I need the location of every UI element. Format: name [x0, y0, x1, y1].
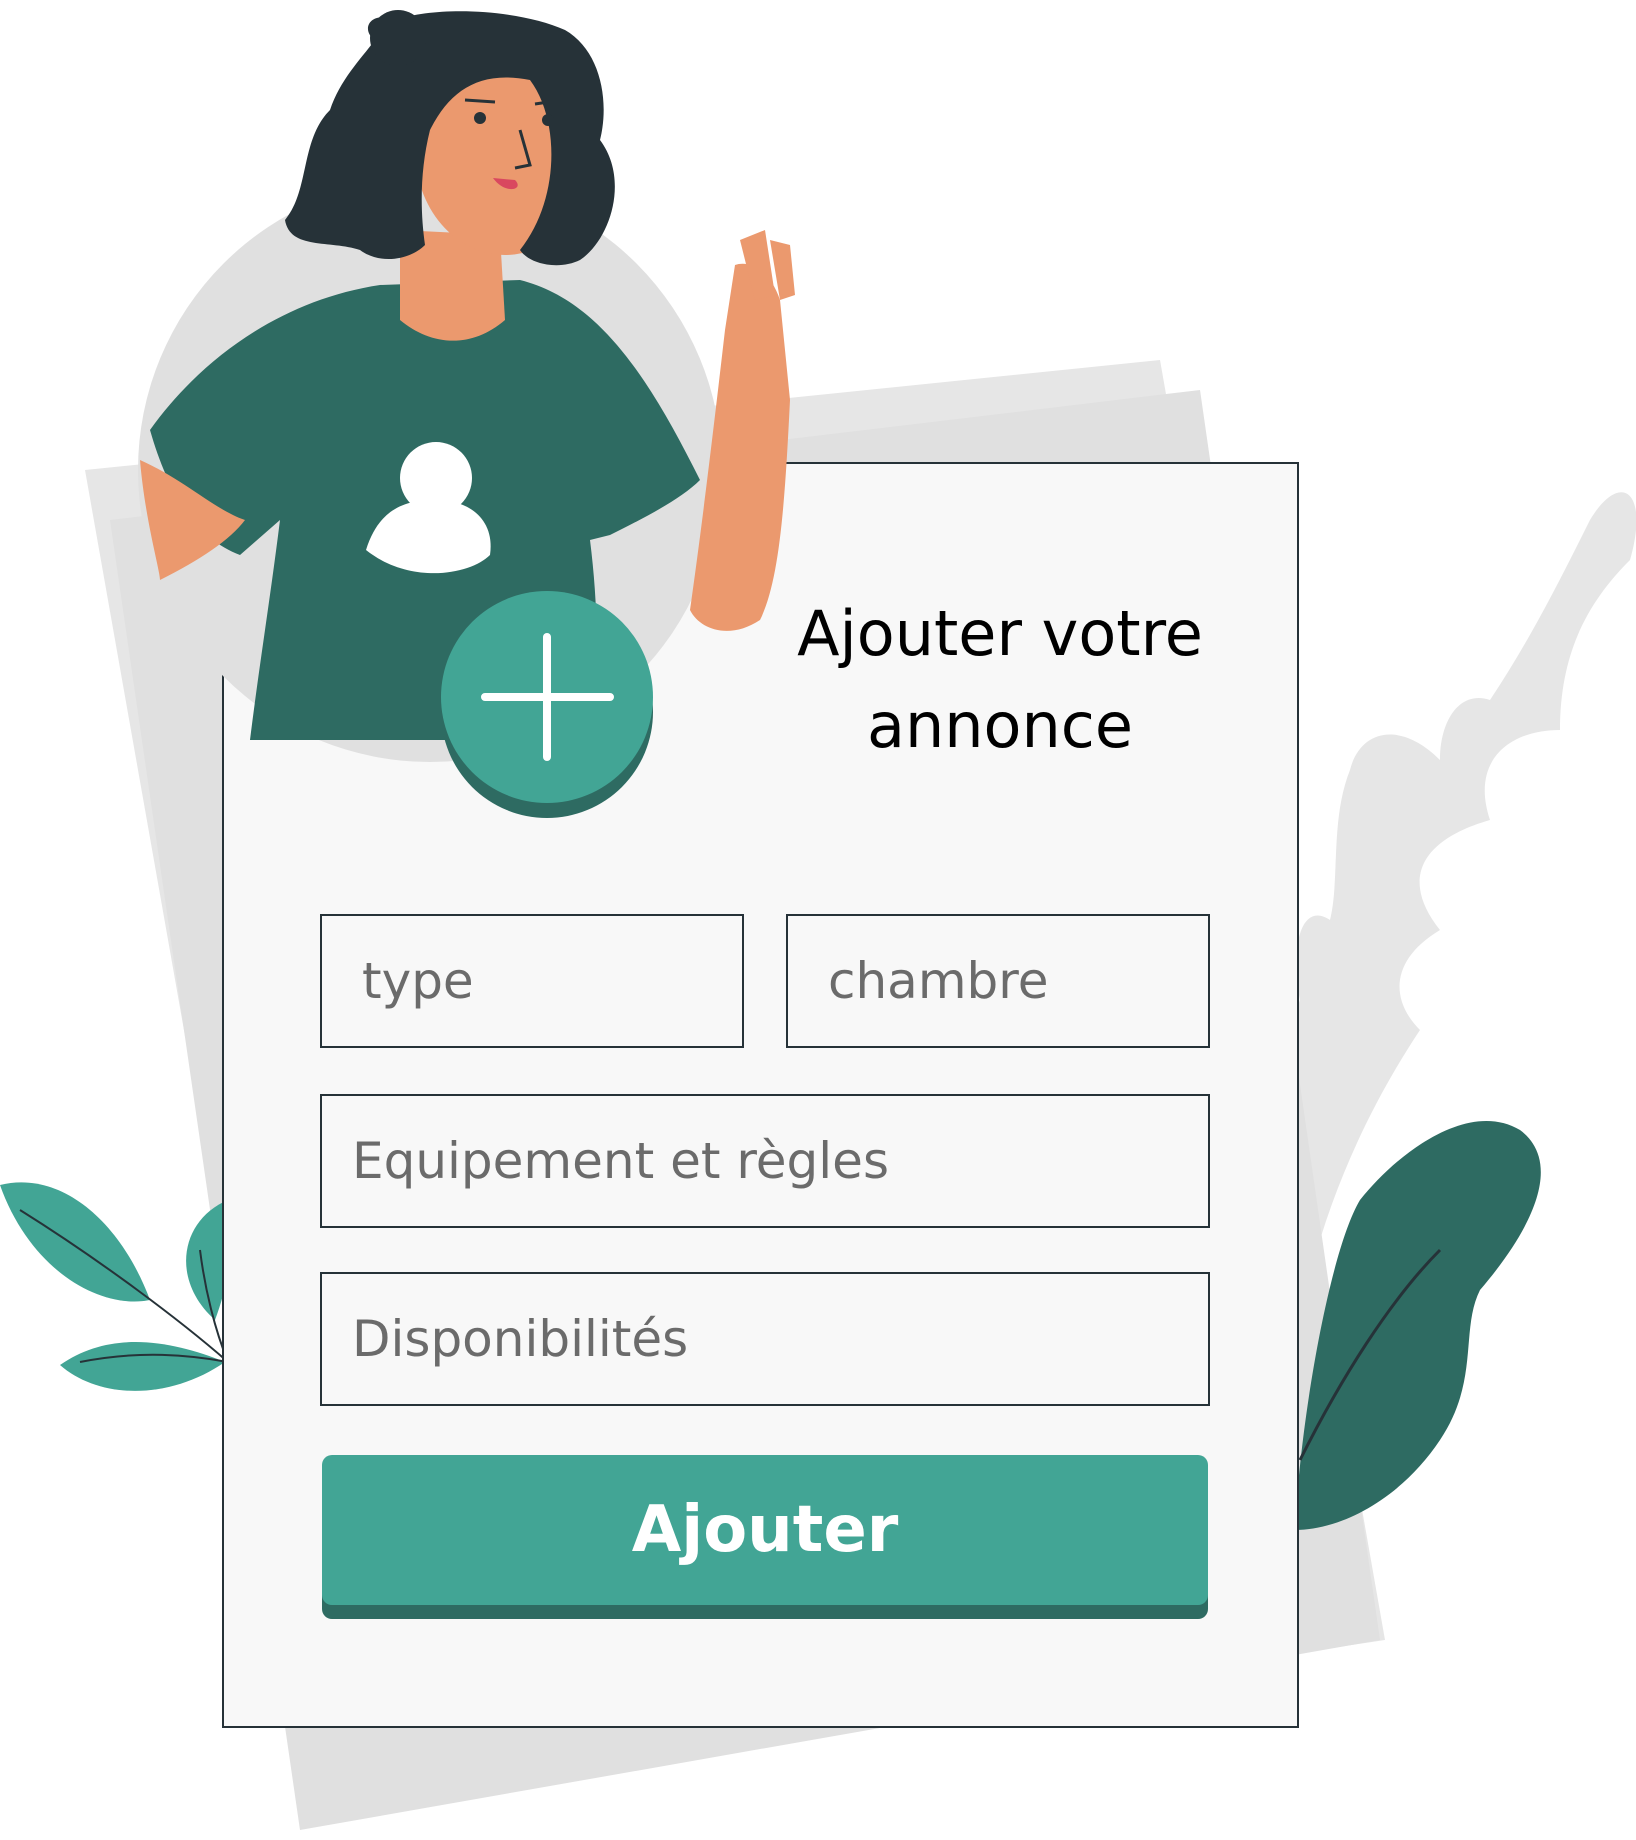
form-title-line2: annonce — [866, 689, 1134, 762]
ajouter-button[interactable]: Ajouter — [322, 1455, 1208, 1605]
form-title: Ajouter votre annonce — [760, 588, 1240, 772]
plus-icon — [441, 591, 653, 818]
equipement-input[interactable] — [320, 1094, 1210, 1228]
chambre-input[interactable] — [786, 914, 1210, 1048]
type-input[interactable] — [320, 914, 744, 1048]
leaf-left — [0, 1182, 232, 1391]
disponibilites-input[interactable] — [320, 1272, 1210, 1406]
form-title-line1: Ajouter votre — [797, 597, 1203, 670]
